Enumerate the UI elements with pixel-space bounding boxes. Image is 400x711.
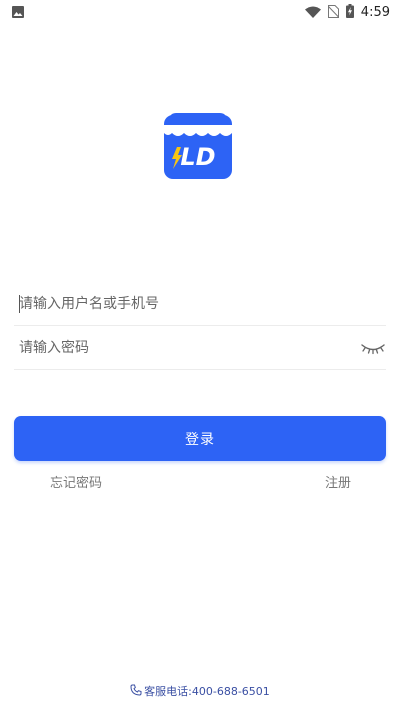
login-button[interactable]: 登录 <box>14 416 386 461</box>
forgot-password-link[interactable]: 忘记密码 <box>50 472 102 491</box>
status-right: 4:59 <box>304 3 390 22</box>
username-input[interactable] <box>19 284 349 324</box>
text-caret <box>19 295 20 313</box>
image-icon <box>12 3 24 22</box>
service-hotline[interactable]: 客服电话:400-688-6501 <box>0 683 400 699</box>
status-time: 4:59 <box>360 4 390 20</box>
battery-charging-icon <box>345 3 354 22</box>
service-hotline-text: 客服电话:400-688-6501 <box>144 685 270 698</box>
app-logo: LD <box>164 109 232 179</box>
status-left <box>12 3 24 22</box>
eye-closed-icon[interactable] <box>360 339 386 357</box>
username-field <box>14 284 386 326</box>
password-input[interactable] <box>19 328 349 368</box>
no-sim-icon <box>327 3 340 22</box>
register-link[interactable]: 注册 <box>325 472 351 491</box>
password-field <box>14 328 386 370</box>
wifi-icon <box>304 3 321 22</box>
logo-text: LD <box>180 143 215 171</box>
status-bar: 4:59 <box>0 0 400 24</box>
phone-icon <box>130 684 142 699</box>
